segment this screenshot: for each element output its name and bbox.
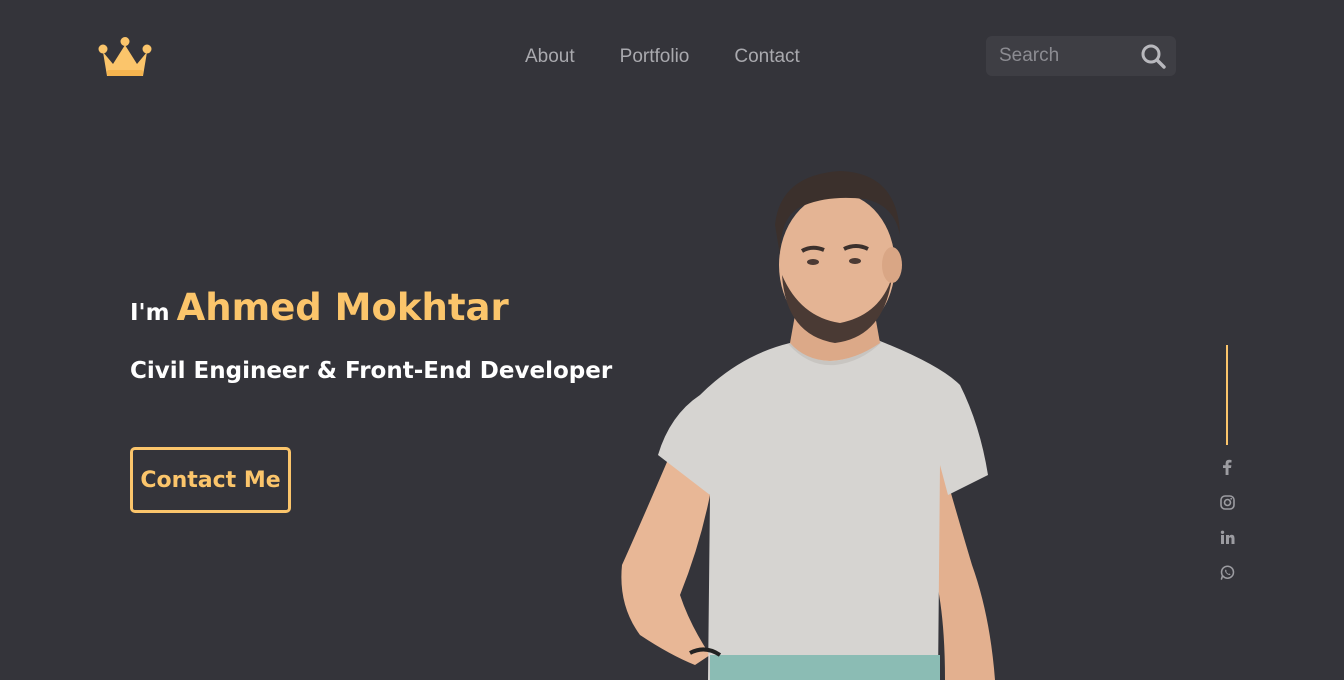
nav-portfolio[interactable]: Portfolio	[620, 44, 690, 70]
contact-me-button[interactable]: Contact Me	[130, 447, 291, 513]
portrait-photo	[621, 171, 995, 680]
search-box	[986, 36, 1176, 76]
crown-logo-icon[interactable]	[98, 36, 152, 78]
social-divider	[1226, 345, 1228, 445]
hero-name: Ahmed Mokhtar	[176, 286, 509, 329]
page: About Portfolio Contact I'm Ahmed Mokhta…	[0, 0, 1344, 680]
linkedin-icon[interactable]	[1217, 527, 1237, 547]
facebook-icon[interactable]	[1217, 457, 1237, 477]
instagram-icon[interactable]	[1217, 492, 1237, 512]
main-nav: About Portfolio Contact	[525, 44, 800, 70]
nav-about[interactable]: About	[525, 44, 575, 70]
hero-intro: I'm Ahmed Mokhtar	[130, 286, 509, 329]
nav-contact[interactable]: Contact	[734, 44, 799, 70]
hero-role: Civil Engineer & Front-End Developer	[130, 358, 613, 384]
intro-prefix: I'm	[130, 300, 170, 326]
search-input[interactable]	[999, 45, 1139, 67]
whatsapp-icon[interactable]	[1217, 562, 1237, 582]
search-icon[interactable]	[1140, 43, 1166, 69]
